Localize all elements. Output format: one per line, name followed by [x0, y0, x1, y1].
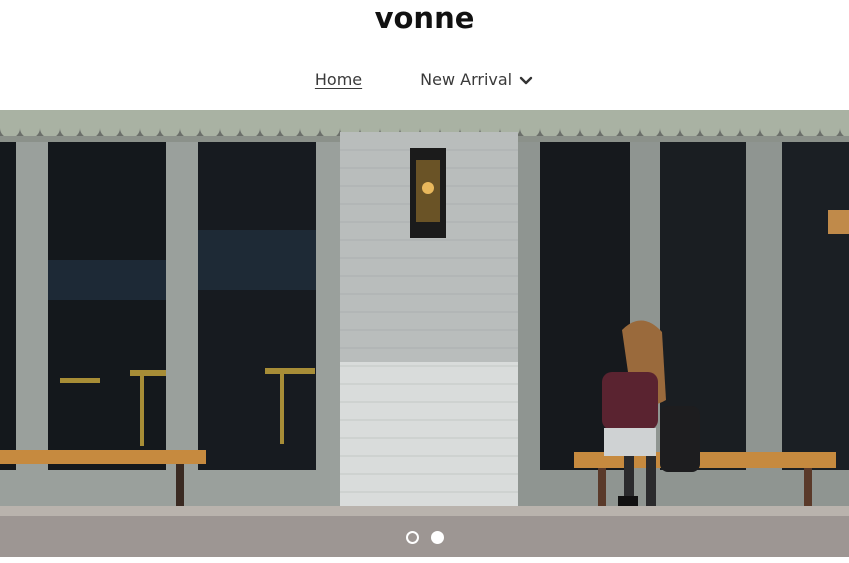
slide-dot-2[interactable]: [430, 531, 444, 544]
slideshow-pagination: [0, 531, 849, 544]
nav-item-home-label: Home: [314, 70, 363, 89]
slide-dot-1[interactable]: [405, 531, 419, 544]
chevron-down-icon: [519, 76, 533, 84]
nav-item-new-arrival[interactable]: New Arrival: [420, 70, 534, 89]
brand-title[interactable]: vonne: [0, 0, 849, 36]
hero-slide-image[interactable]: [0, 110, 849, 557]
main-nav: Home New Arrival: [0, 70, 849, 89]
storefront-photo: [0, 110, 849, 557]
nav-item-new-arrival-label: New Arrival: [420, 70, 513, 89]
nav-item-home[interactable]: Home: [315, 70, 362, 89]
